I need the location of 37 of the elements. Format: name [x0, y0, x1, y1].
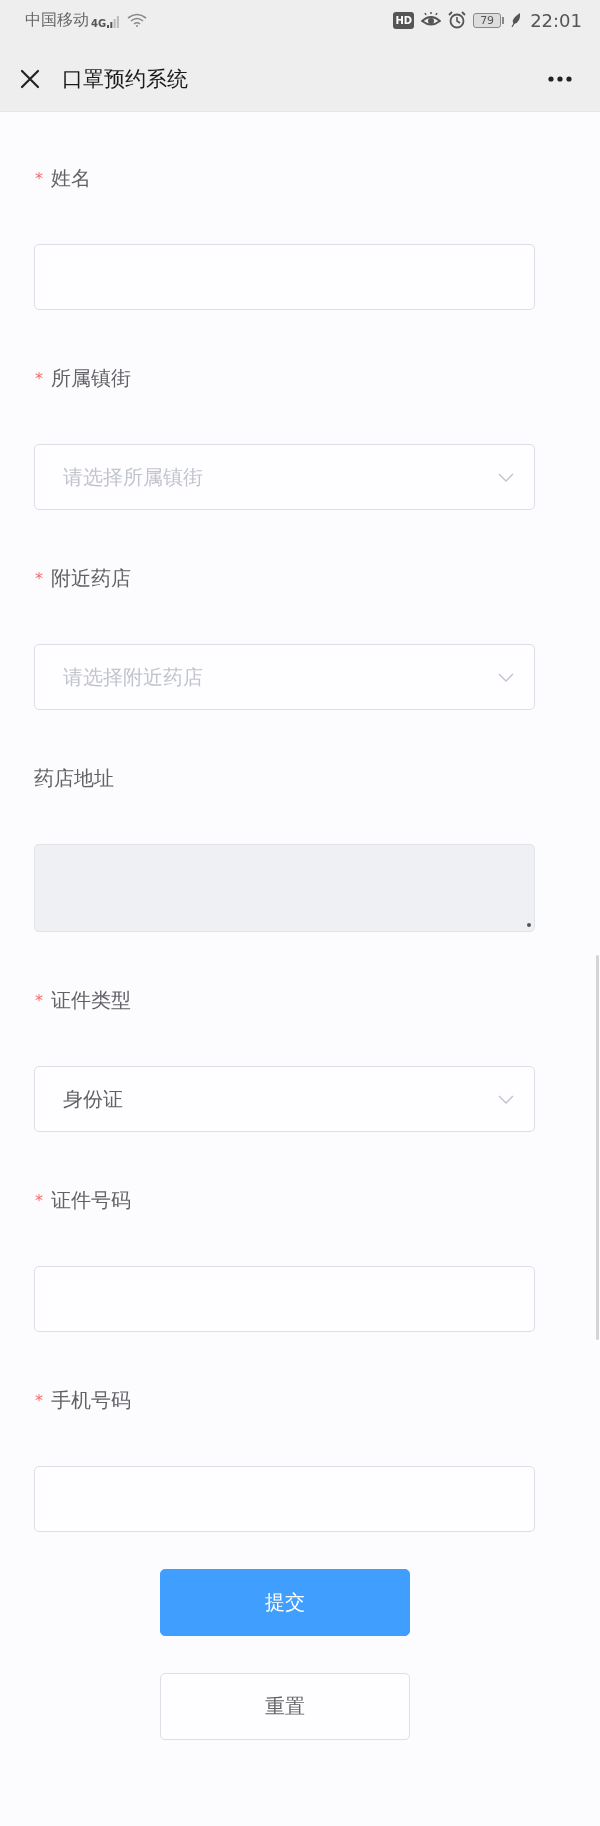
required-mark: *: [35, 168, 44, 188]
required-mark: *: [35, 568, 44, 588]
leaf-icon: [511, 13, 522, 27]
chevron-down-icon: [498, 672, 514, 682]
submit-button[interactable]: 提交: [159, 1569, 410, 1636]
more-icon[interactable]: [548, 75, 572, 82]
page-title: 口罩预约系统: [62, 65, 189, 93]
network-type: 4G: [91, 18, 107, 29]
alarm-clock-icon: [448, 11, 467, 29]
select-field[interactable]: 身份证: [34, 1066, 535, 1132]
text-input[interactable]: [34, 1266, 535, 1332]
reset-button[interactable]: 重置: [159, 1673, 410, 1740]
select-field[interactable]: 请选择所属镇街: [34, 444, 535, 510]
hd-badge: HD: [393, 11, 415, 29]
field-label: 姓名: [51, 164, 91, 192]
required-mark: *: [35, 1190, 44, 1210]
field-label: 证件类型: [51, 986, 131, 1014]
signal-icon: [107, 16, 120, 28]
battery-indicator: 79: [473, 12, 505, 28]
chevron-down-icon: [498, 472, 514, 482]
field-label: 证件号码: [51, 1186, 131, 1214]
clock-time: 22:01: [530, 9, 582, 31]
required-mark: *: [35, 990, 44, 1010]
field-label: 手机号码: [51, 1386, 131, 1414]
wifi-icon: [127, 13, 148, 27]
field-label: 所属镇街: [51, 364, 131, 392]
text-input[interactable]: [34, 244, 535, 310]
carrier-name: 中国移动: [25, 9, 89, 31]
close-icon[interactable]: [20, 68, 40, 89]
select-field[interactable]: 请选择附近药店: [34, 644, 535, 710]
field-label: 附近药店: [51, 564, 131, 592]
required-mark: *: [35, 368, 44, 388]
field-label: 药店地址: [34, 764, 114, 792]
chevron-down-icon: [498, 1094, 514, 1104]
text-input[interactable]: [34, 1466, 535, 1532]
required-mark: *: [35, 1390, 44, 1410]
eye-icon: [421, 12, 442, 28]
